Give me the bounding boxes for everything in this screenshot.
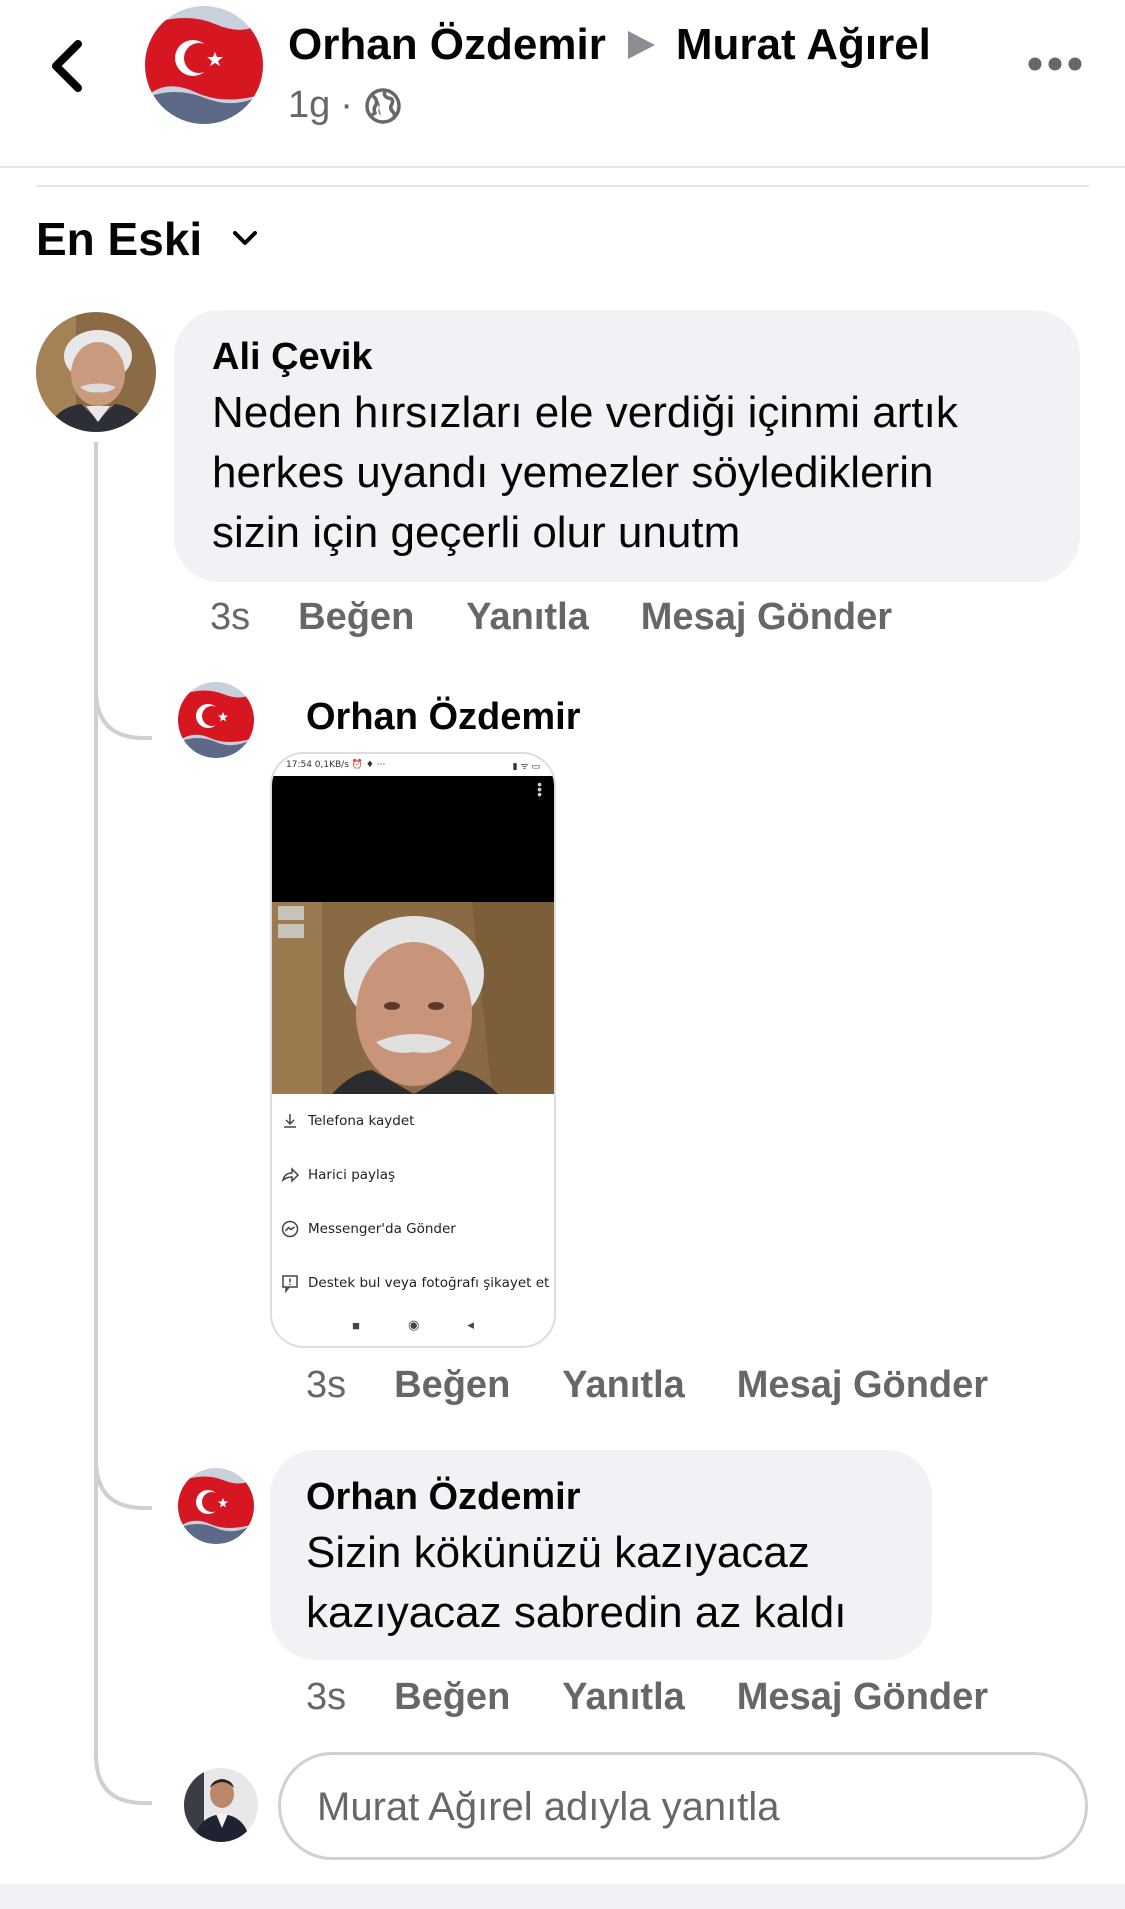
globe-icon bbox=[365, 87, 401, 124]
send-message-button[interactable]: Mesaj Gönder bbox=[737, 1676, 988, 1719]
reply-time[interactable]: 3s bbox=[306, 1676, 346, 1719]
phone-nav-bar: ■ ◉ ◂ bbox=[272, 1312, 554, 1338]
author-avatar[interactable] bbox=[145, 6, 263, 124]
chevron-left-icon bbox=[52, 40, 82, 92]
reply-actions: 3s Beğen Yanıtla Mesaj Gönder bbox=[306, 1676, 1040, 1719]
reply-input-field[interactable] bbox=[278, 1752, 1088, 1860]
reply-text-input[interactable] bbox=[317, 1779, 1057, 1835]
current-user-avatar bbox=[184, 1768, 258, 1842]
phone-status-bar: 17:54 0,1KB/s ⏰ ♦ ··· ▮ ᯤ ▭ bbox=[272, 754, 554, 776]
post-target-name[interactable]: Murat Ağırel bbox=[676, 20, 931, 70]
like-button[interactable]: Beğen bbox=[394, 1364, 510, 1407]
bottom-separator bbox=[0, 1884, 1125, 1909]
post-author-name[interactable]: Orhan Özdemir bbox=[288, 20, 606, 70]
reply-avatar[interactable] bbox=[178, 682, 254, 758]
reply-actions: 3s Beğen Yanıtla Mesaj Gönder bbox=[306, 1364, 1040, 1407]
comment-image-attachment[interactable]: 17:54 0,1KB/s ⏰ ♦ ··· ▮ ᯤ ▭ • • • Telefona… bbox=[270, 752, 556, 1348]
photo-options-menu: Telefona kaydet Harici paylaş Messenger'… bbox=[272, 1094, 554, 1310]
reply-time[interactable]: 3s bbox=[306, 1364, 346, 1407]
post-header: Orhan Özdemir Murat Ağırel 1g · bbox=[0, 0, 1125, 168]
photo-menu-item: Telefona kaydet bbox=[272, 1094, 554, 1148]
vertical-dots-icon: • • • bbox=[537, 776, 542, 802]
comment-text-line: sizin için geçerli olur unutm bbox=[212, 508, 741, 557]
comment-bubble[interactable]: Ali Çevik Neden hırsızları ele verdiği i… bbox=[174, 310, 1080, 582]
send-message-button[interactable]: Mesaj Gönder bbox=[737, 1364, 988, 1407]
comment-text-line: herkes uyandı yemezler söylediklerin bbox=[212, 448, 934, 497]
reply-avatar[interactable] bbox=[178, 1468, 254, 1544]
reply-bubble[interactable]: Orhan Özdemir Sizin kökünüzü kazıyacaz k… bbox=[270, 1450, 932, 1660]
photo-menu-item: Messenger'da Gönder bbox=[272, 1202, 554, 1256]
nav-back-icon: ◂ bbox=[467, 1317, 474, 1332]
portrait-photo bbox=[272, 902, 554, 1094]
reply-button[interactable]: Yanıtla bbox=[466, 596, 589, 639]
meta-separator: · bbox=[340, 84, 353, 126]
sort-label: En Eski bbox=[36, 213, 203, 265]
back-button[interactable] bbox=[40, 30, 100, 102]
photo-viewer-black-area bbox=[272, 776, 554, 902]
report-icon bbox=[282, 1275, 298, 1293]
reply-button[interactable]: Yanıtla bbox=[562, 1364, 685, 1407]
messenger-icon bbox=[281, 1220, 299, 1238]
post-time[interactable]: 1g bbox=[288, 84, 330, 127]
post-meta: 1g · bbox=[288, 84, 403, 127]
reply-author[interactable]: Orhan Özdemir bbox=[306, 1476, 932, 1519]
photo-menu-item: Destek bul veya fotoğrafı şikayet et bbox=[272, 1256, 554, 1310]
reply-author[interactable]: Orhan Özdemir bbox=[306, 696, 581, 739]
nav-square-icon: ■ bbox=[352, 1317, 360, 1333]
comment-actions: 3s Beğen Yanıtla Mesaj Gönder bbox=[210, 596, 944, 639]
send-message-button[interactable]: Mesaj Gönder bbox=[641, 596, 892, 639]
comment-sort-dropdown[interactable]: En Eski bbox=[36, 212, 260, 266]
more-horizontal-icon bbox=[1028, 57, 1082, 71]
like-button[interactable]: Beğen bbox=[394, 1676, 510, 1719]
comment-text-line: Neden hırsızları ele verdiği içinmi artı… bbox=[212, 388, 958, 437]
reply-button[interactable]: Yanıtla bbox=[562, 1676, 685, 1719]
photo-menu-item: Harici paylaş bbox=[272, 1148, 554, 1202]
chevron-down-icon bbox=[233, 231, 258, 245]
reply-text-line: kazıyacaz sabredin az kaldı bbox=[306, 1588, 847, 1637]
nav-circle-icon: ◉ bbox=[407, 1317, 420, 1332]
download-icon bbox=[284, 1114, 296, 1128]
more-options-button[interactable] bbox=[1025, 52, 1085, 76]
comment-time[interactable]: 3s bbox=[210, 596, 250, 639]
commenter-avatar[interactable] bbox=[36, 312, 156, 432]
reply-text-line: Sizin kökünüzü kazıyacaz bbox=[306, 1528, 810, 1577]
play-arrow-icon bbox=[627, 31, 655, 59]
divider bbox=[36, 185, 1089, 187]
post-header-names: Orhan Özdemir Murat Ağırel bbox=[288, 20, 931, 70]
like-button[interactable]: Beğen bbox=[298, 596, 414, 639]
comment-author[interactable]: Ali Çevik bbox=[212, 336, 1080, 379]
share-icon bbox=[281, 1167, 300, 1183]
